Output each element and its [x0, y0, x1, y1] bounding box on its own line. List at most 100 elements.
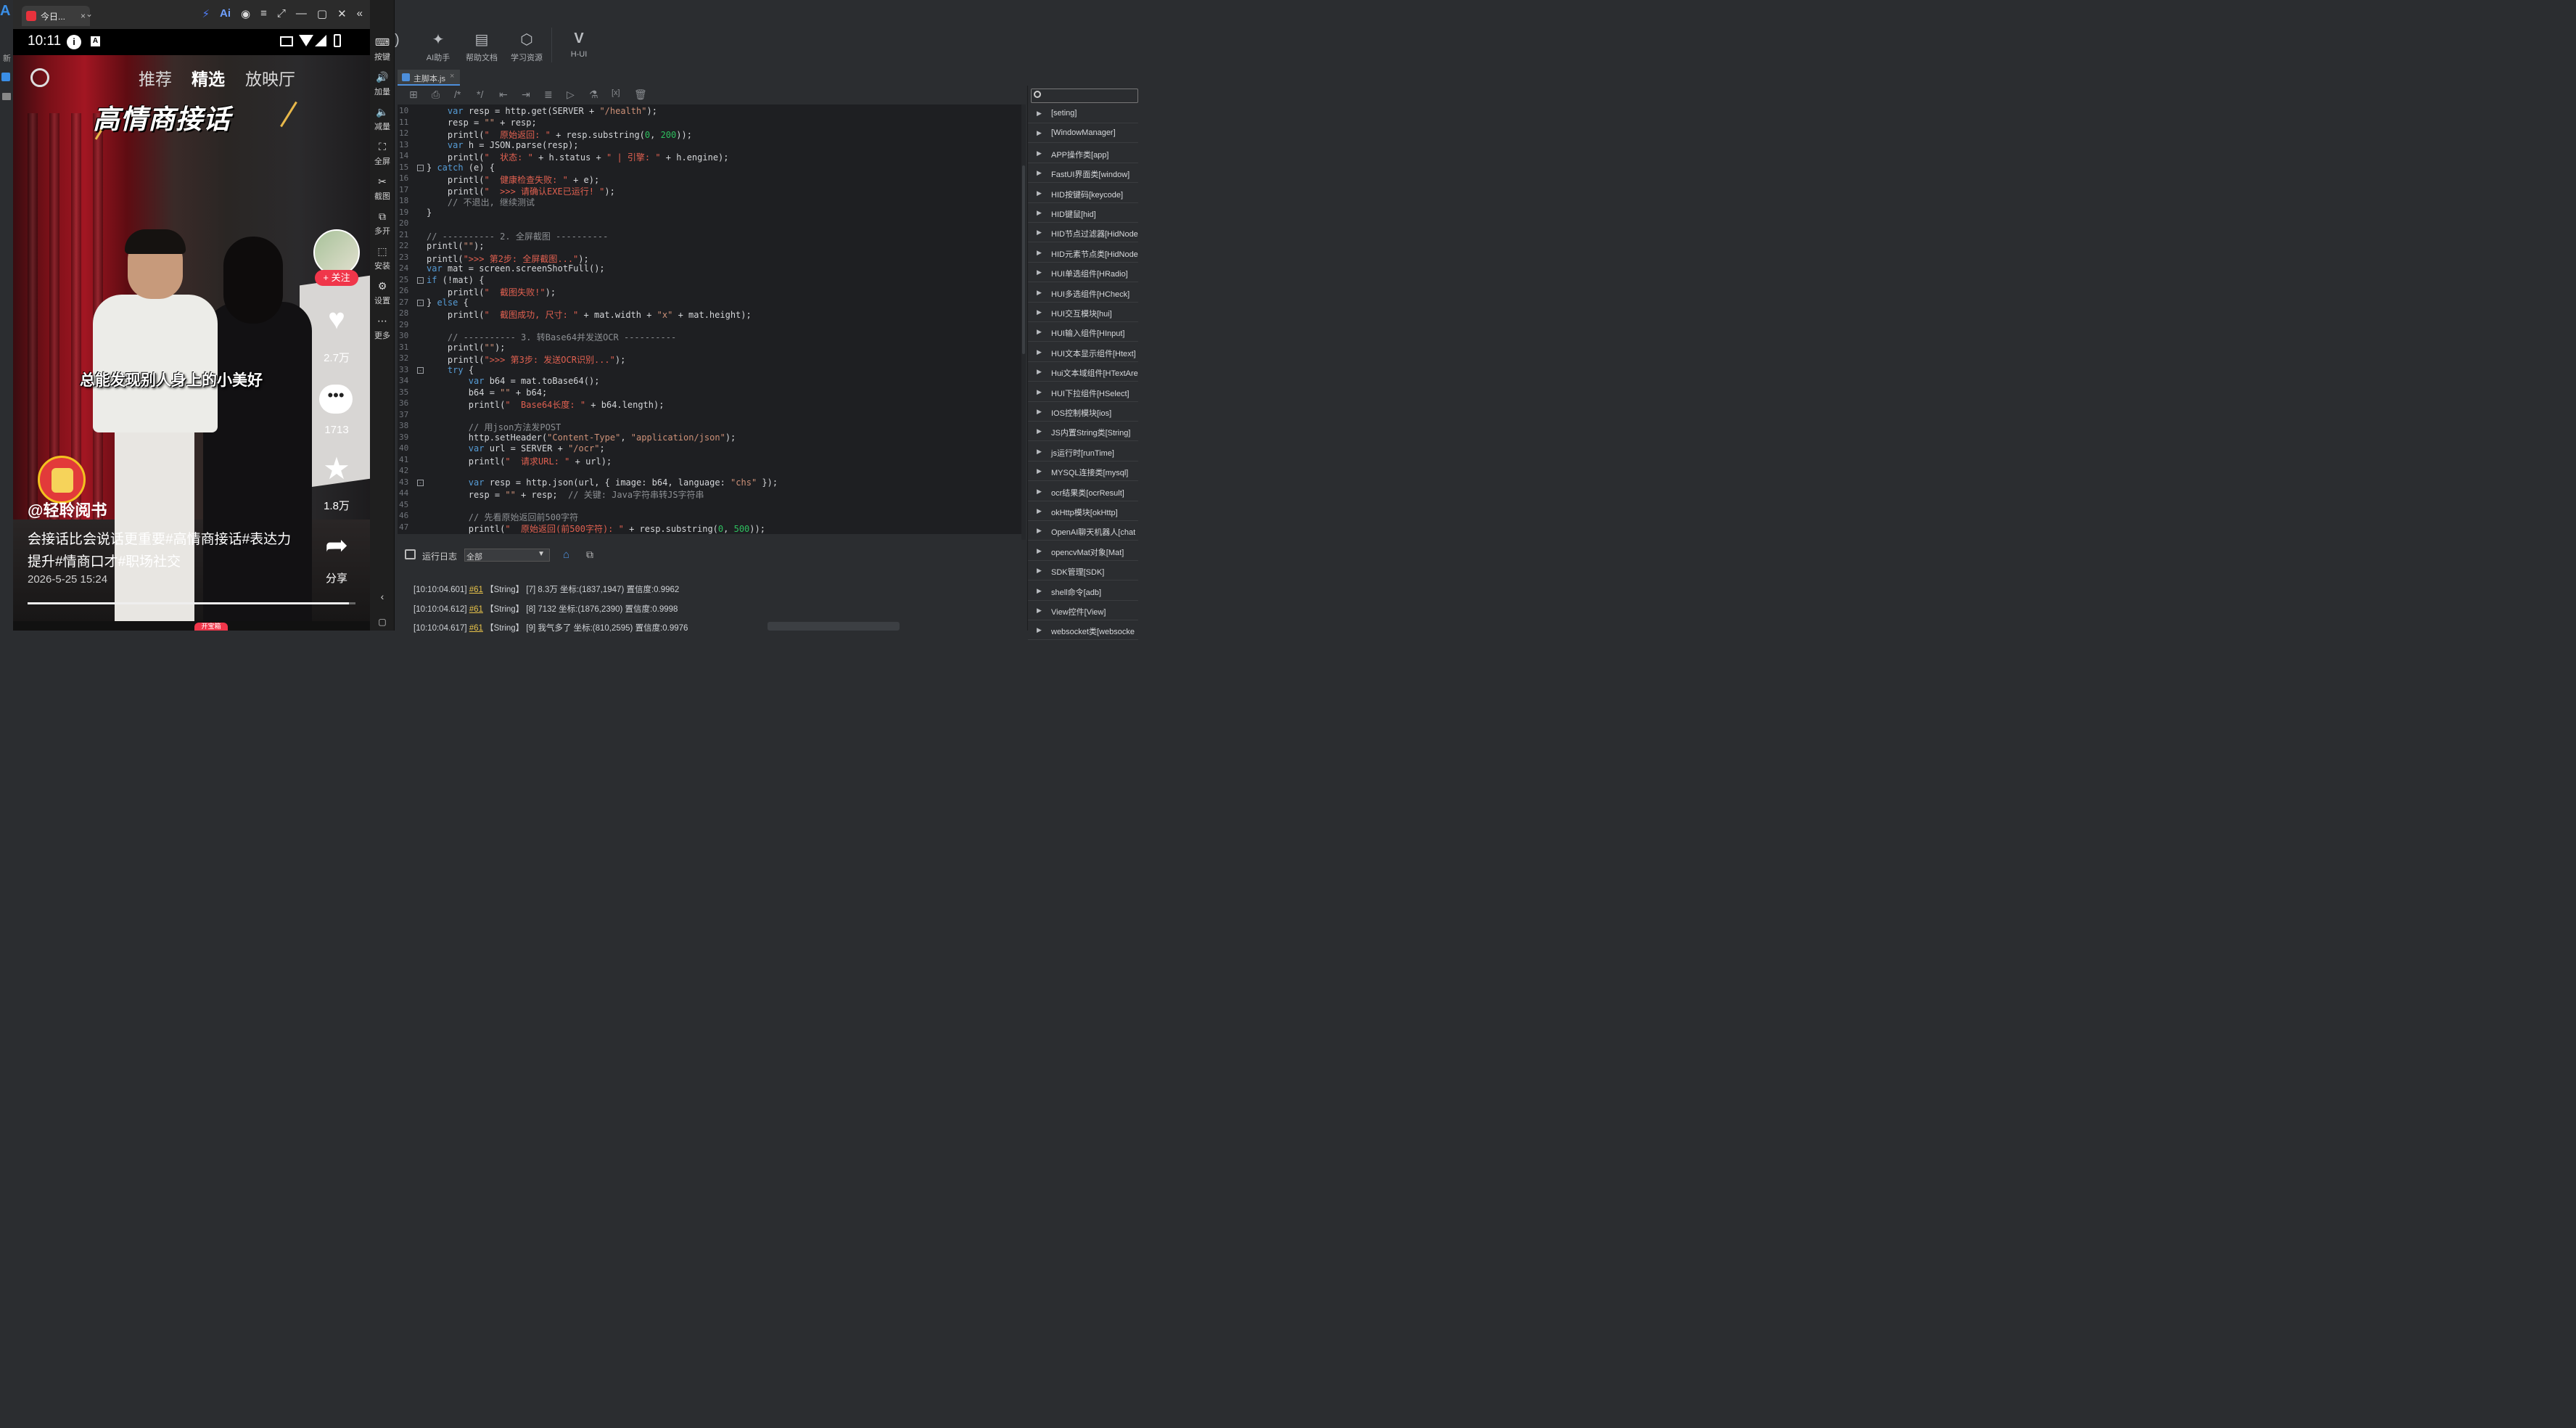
outdent-icon[interactable]: ⇤ — [499, 89, 508, 101]
api-tree-item[interactable]: ▶ HUI多选组件[HCheck] — [1028, 284, 1138, 303]
expand-arrow-icon[interactable]: ▶ — [1037, 110, 1042, 118]
volume-up-button[interactable]: 🔊 加量 — [370, 71, 395, 97]
more-button[interactable]: ⋯ 更多 — [370, 315, 395, 341]
export-log-icon[interactable]: ⧉ — [586, 549, 593, 561]
expand-arrow-icon[interactable]: ▶ — [1037, 507, 1042, 515]
red-envelope-icon[interactable] — [38, 456, 86, 504]
api-tree-item[interactable]: ▶ ocr结果类[ocrResult] — [1028, 483, 1138, 501]
api-search-input[interactable] — [1031, 89, 1138, 103]
home-nav-icon[interactable]: ▢ — [370, 617, 395, 627]
variable-icon[interactable]: [x] — [612, 89, 620, 97]
blue-tool-icon[interactable] — [1, 73, 10, 81]
api-tree-item[interactable]: ▶ HID键鼠[hid] — [1028, 204, 1138, 223]
expand-arrow-icon[interactable]: ▶ — [1037, 169, 1042, 177]
expand-arrow-icon[interactable]: ▶ — [1037, 587, 1042, 595]
search-icon[interactable] — [30, 68, 49, 87]
api-tree-item[interactable]: ▶ HUI文本显示组件[Htext] — [1028, 343, 1138, 362]
tab-featured[interactable]: 精选 — [192, 65, 225, 90]
api-tree-item[interactable]: ▶ SDK管理[SDK] — [1028, 562, 1138, 581]
comment-icon[interactable]: /* — [454, 89, 461, 100]
api-tree-item[interactable]: ▶ okHttp模块[okHttp] — [1028, 502, 1138, 521]
expand-arrow-icon[interactable]: ▶ — [1037, 348, 1042, 356]
api-tree-item[interactable]: ▶ APP操作类[app] — [1028, 144, 1138, 163]
file-tab-close-icon[interactable]: × — [450, 72, 454, 81]
expand-arrow-icon[interactable]: ▶ — [1037, 249, 1042, 257]
tab-theater[interactable]: 放映厅 — [245, 65, 295, 90]
expand-arrow-icon[interactable]: ▶ — [1037, 149, 1042, 157]
log-output[interactable]: [10:10:04.601] #61 【String】 [7] 8.3万 坐标:… — [398, 567, 1021, 633]
expand-arrow-icon[interactable]: ▶ — [1037, 229, 1042, 237]
api-tree-item[interactable]: ▶ View控件[View] — [1028, 602, 1138, 620]
api-tree-item[interactable]: ▶ HID节点过滤器[HidNode — [1028, 223, 1138, 243]
tab-dropdown-icon[interactable]: ⌄ — [86, 9, 93, 19]
indent-icon[interactable]: ⇥ — [522, 89, 530, 101]
maximize-icon[interactable]: ▢ — [317, 7, 327, 20]
fold-toggle-icon[interactable]: - — [417, 299, 424, 306]
api-tree-item[interactable]: ▶ [seting] — [1028, 104, 1138, 123]
log-source-link[interactable]: #61 — [469, 586, 483, 594]
expand-arrow-icon[interactable]: ▶ — [1037, 408, 1042, 416]
screenshot-button[interactable]: ✂ 截图 — [370, 176, 395, 202]
h-ui-button[interactable]: V H-UI — [556, 30, 602, 59]
ai-assistant-button[interactable]: ✦ AI助手 — [415, 30, 461, 63]
keymap-button[interactable]: ⌨ 按键 — [370, 36, 395, 62]
format-icon[interactable]: ≣ — [544, 89, 553, 101]
print-icon[interactable]: ⎙ — [432, 89, 440, 101]
toolbar-partial-icon[interactable]: ) — [395, 32, 400, 49]
api-tree-item[interactable]: ▶ HID元素节点类[HidNode — [1028, 244, 1138, 263]
fold-toggle-icon[interactable]: - — [417, 479, 424, 486]
api-tree-item[interactable]: ▶ HUI输入组件[HInput] — [1028, 323, 1138, 342]
video-progress-bar[interactable] — [28, 602, 355, 604]
expand-arrow-icon[interactable]: ▶ — [1037, 368, 1042, 376]
api-tree-item[interactable]: ▶ opencvMat对象[Mat] — [1028, 542, 1138, 561]
expand-arrow-icon[interactable]: ▶ — [1037, 328, 1042, 336]
api-tree-item[interactable]: ▶ HID按键码[keycode] — [1028, 184, 1138, 203]
api-tree-item[interactable]: ▶ IOS控制模块[ios] — [1028, 403, 1138, 422]
run-icon[interactable]: ▷ — [567, 89, 575, 101]
expand-icon[interactable]: ⤢ — [277, 7, 286, 20]
log-filter-select[interactable]: 全部 ▼ — [464, 549, 550, 562]
api-tree-item[interactable]: ▶ HUI交互模块[hui] — [1028, 303, 1138, 322]
expand-arrow-icon[interactable]: ▶ — [1037, 289, 1042, 297]
expand-arrow-icon[interactable]: ▶ — [1037, 607, 1042, 615]
fold-toggle-icon[interactable]: - — [417, 366, 424, 374]
creator-avatar[interactable] — [313, 229, 360, 276]
like-heart-icon[interactable]: ♥ — [321, 305, 353, 334]
uncomment-icon[interactable]: */ — [477, 89, 483, 100]
api-tree-item[interactable]: ▶ HUI下拉组件[HSelect] — [1028, 383, 1138, 402]
settings-button[interactable]: ⚙ 设置 — [370, 280, 395, 306]
log-source-link[interactable]: #61 — [469, 605, 483, 614]
trash-icon[interactable]: 🗑 — [634, 89, 647, 101]
collapse-icon[interactable]: « — [357, 7, 363, 20]
expand-arrow-icon[interactable]: ▶ — [1037, 448, 1042, 456]
follow-button[interactable]: + 关注 — [315, 270, 358, 286]
multi-open-button[interactable]: ⧉ 多开 — [370, 210, 395, 237]
api-tree-item[interactable]: ▶ JS内置String类[String] — [1028, 422, 1138, 442]
expand-arrow-icon[interactable]: ▶ — [1037, 467, 1042, 475]
expand-arrow-icon[interactable]: ▶ — [1037, 388, 1042, 396]
expand-arrow-icon[interactable]: ▶ — [1037, 527, 1042, 535]
author-name[interactable]: @轻聆阅书 — [28, 498, 107, 521]
log-source-link[interactable]: #61 — [469, 624, 483, 633]
file-tab-main-script[interactable]: 主脚本.js × — [398, 70, 460, 86]
log-horizontal-scrollbar[interactable] — [768, 622, 900, 631]
expand-arrow-icon[interactable]: ▶ — [1037, 547, 1042, 555]
flask-icon[interactable]: ⚗ — [589, 89, 598, 101]
api-tree-item[interactable]: ▶ HUI单选组件[HRadio] — [1028, 263, 1138, 283]
phone-tab[interactable]: 今日... × — [22, 6, 90, 26]
volume-down-button[interactable]: 🔈 减量 — [370, 106, 395, 132]
fold-toggle-icon[interactable]: - — [417, 164, 424, 171]
api-tree-item[interactable]: ▶ MYSQL连接类[mysql] — [1028, 462, 1138, 482]
expand-arrow-icon[interactable]: ▶ — [1037, 427, 1042, 435]
close-icon[interactable]: ✕ — [337, 7, 347, 20]
expand-arrow-icon[interactable]: ▶ — [1037, 308, 1042, 316]
expand-arrow-icon[interactable]: ▶ — [1037, 189, 1042, 197]
code-editor[interactable]: 10 var resp = http.get(SERVER + "/health… — [398, 104, 1021, 534]
menu-icon[interactable]: ≡ — [260, 7, 267, 20]
help-docs-button[interactable]: ▤ 帮助文档 — [458, 30, 505, 63]
expand-arrow-icon[interactable]: ▶ — [1037, 567, 1042, 575]
treasure-box-badge[interactable]: 开宝箱 — [194, 623, 228, 631]
tab-close-icon[interactable]: × — [81, 11, 86, 21]
folder-icon[interactable] — [2, 93, 11, 100]
api-tree-item[interactable]: ▶ OpenAI聊天机器人[chat — [1028, 522, 1138, 541]
